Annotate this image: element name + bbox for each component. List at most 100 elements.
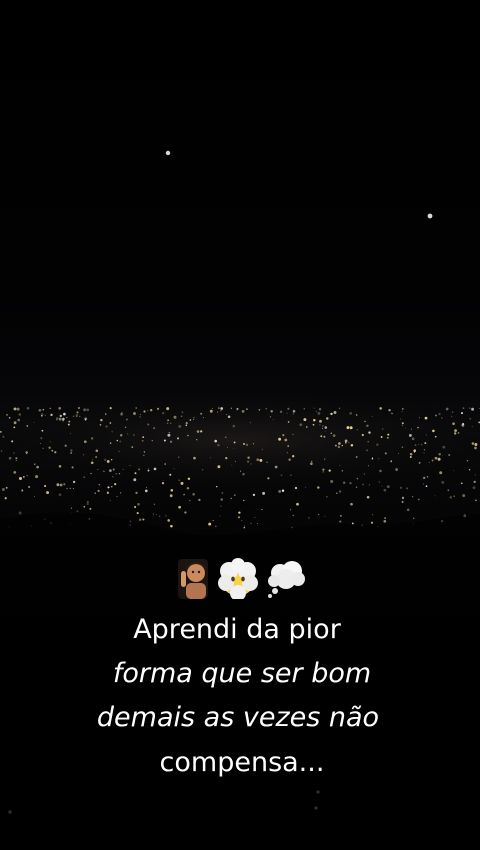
city-light (401, 411, 403, 412)
city-light (193, 419, 195, 421)
city-light (192, 493, 195, 496)
city-light (230, 407, 232, 409)
city-light (173, 415, 177, 419)
city-light (243, 499, 245, 502)
city-light (209, 457, 211, 459)
city-light (278, 489, 282, 493)
city-light (156, 513, 158, 515)
city-light (261, 448, 263, 450)
city-light (220, 407, 224, 410)
city-light (134, 472, 137, 475)
city-light (339, 464, 341, 466)
city-light (142, 436, 145, 439)
city-light (58, 417, 62, 421)
city-light (90, 461, 94, 465)
video-frame: Aprendi da pior forma que ser bom demais… (0, 0, 480, 850)
city-light (94, 492, 96, 494)
city-light (84, 417, 88, 421)
city-light (25, 453, 28, 455)
city-light (116, 496, 118, 498)
city-light (319, 424, 321, 426)
city-light (442, 455, 444, 457)
city-light (460, 482, 463, 485)
city-light (474, 446, 477, 450)
city-light (83, 505, 86, 508)
city-light (390, 460, 392, 462)
city-light (356, 429, 358, 431)
city-light (169, 473, 172, 476)
city-light (250, 522, 252, 525)
city-light (152, 513, 155, 515)
city-light (125, 418, 128, 421)
city-light (447, 489, 450, 492)
city-light (401, 501, 404, 503)
city-light (109, 422, 112, 424)
city-light (356, 477, 359, 480)
city-light (167, 433, 171, 437)
shushing-person-emoji (178, 559, 208, 599)
city-light (170, 489, 174, 492)
city-light (28, 486, 30, 488)
city-light (165, 515, 167, 517)
city-light (105, 413, 107, 415)
city-light (119, 492, 122, 494)
city-light (198, 498, 201, 502)
city-light (40, 442, 42, 444)
city-light (425, 434, 428, 436)
city-light (391, 412, 393, 415)
city-light (417, 426, 419, 429)
city-light (193, 456, 196, 460)
city-light (181, 411, 184, 414)
city-light (178, 479, 181, 482)
city-light (8, 416, 11, 419)
city-light (215, 485, 218, 488)
city-light (8, 456, 12, 460)
city-light (11, 440, 14, 443)
city-light (15, 459, 17, 462)
city-light (350, 443, 354, 447)
city-light (58, 407, 61, 410)
city-light (212, 519, 214, 522)
city-light (166, 407, 170, 411)
city-light (313, 418, 316, 422)
city-light (0, 431, 2, 433)
city-light (243, 442, 245, 445)
city-light (349, 426, 353, 430)
city-light (435, 414, 437, 417)
city-light (72, 488, 74, 490)
city-light (4, 497, 7, 500)
city-light (169, 494, 173, 498)
city-light (157, 407, 160, 410)
city-light (26, 475, 28, 477)
city-light (367, 465, 369, 467)
city-light (252, 443, 255, 445)
city-light (237, 516, 241, 519)
city-light (106, 460, 110, 463)
city-light (278, 437, 282, 441)
city-light (187, 434, 189, 437)
city-light (383, 519, 387, 523)
city-light (252, 493, 256, 497)
city-light (272, 418, 274, 420)
city-light (153, 467, 157, 471)
city-light (148, 468, 150, 470)
city-light (438, 453, 441, 456)
city-light (72, 480, 76, 484)
city-light (105, 425, 108, 428)
city-light (290, 474, 292, 476)
star (427, 213, 433, 219)
city-light (236, 407, 239, 410)
city-light (431, 459, 434, 462)
city-light (162, 411, 165, 415)
city-light (471, 426, 473, 428)
city-light (437, 457, 441, 461)
city-light (186, 487, 190, 490)
city-light (334, 444, 337, 447)
city-light (376, 443, 379, 446)
city-light (368, 431, 371, 434)
city-light (143, 410, 146, 413)
city-light (413, 449, 417, 453)
city-light (308, 517, 310, 519)
city-light (151, 440, 153, 442)
city-light (127, 433, 129, 435)
